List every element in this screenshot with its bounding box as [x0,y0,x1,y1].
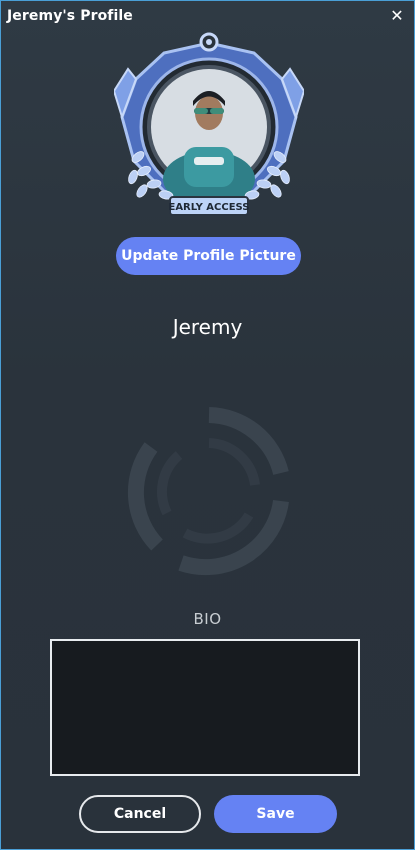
cancel-button[interactable]: Cancel [79,795,201,833]
save-button[interactable]: Save [214,795,337,833]
update-profile-picture-button[interactable]: Update Profile Picture [116,237,301,275]
window-title: Jeremy's Profile [7,8,133,24]
bio-label: BIO [193,610,222,628]
close-icon[interactable]: ✕ [388,6,406,26]
brand-logo-watermark-icon [121,403,297,579]
avatar-frame: EARLY ACCESS [112,29,306,219]
username-label: Jeremy [172,315,243,339]
early-access-badge: EARLY ACCESS [168,202,249,213]
profile-window: Jeremy's Profile ✕ EARLY ACCESS Update P… [0,0,415,850]
avatar-badge-frame-icon: EARLY ACCESS [112,32,306,216]
bio-textarea[interactable] [50,639,360,776]
